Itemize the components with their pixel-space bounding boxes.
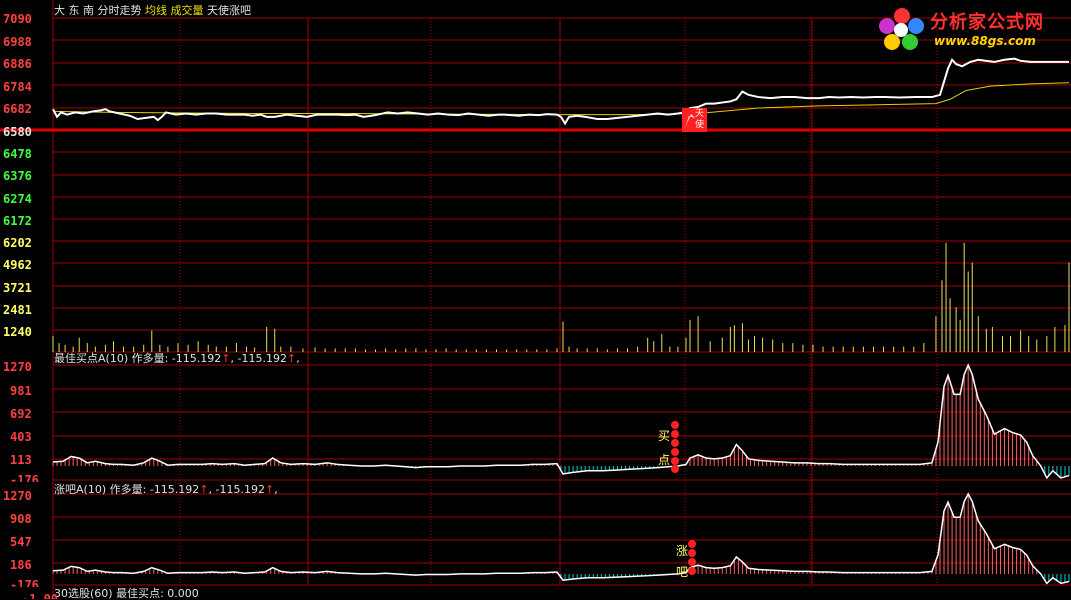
volume-legend[interactable]: 成交量 xyxy=(171,4,204,17)
buy-signal-dot xyxy=(671,448,679,456)
buy-signal-dot xyxy=(671,465,679,473)
avg-line-legend[interactable]: 均线 xyxy=(145,4,167,17)
buy-signal-dot xyxy=(671,457,679,465)
indicator1-value2: -115.192 xyxy=(237,352,287,365)
buy-marker-top: 买 xyxy=(658,429,671,443)
buy-signal-dot xyxy=(671,421,679,429)
indicator2-value1: -115.192 xyxy=(149,483,200,496)
bottom-axis-tick: -1.00 xyxy=(22,592,59,599)
indicator2-value2: -115.192 xyxy=(215,483,265,496)
indicator2-line xyxy=(52,492,1070,585)
price-tick: 6682 xyxy=(3,102,32,116)
indicator1-tick: 692 xyxy=(10,407,32,421)
indicator2-tick: 908 xyxy=(10,512,32,526)
angel-signal-badge[interactable]: 天使 xyxy=(682,108,707,132)
indicator1-value-label: 作多量: xyxy=(131,352,169,365)
rise-marker-bottom: 吧 xyxy=(676,565,689,579)
price-tick: 6784 xyxy=(3,80,32,94)
indicator1-tick: -176 xyxy=(10,473,39,482)
indicator2-tick: -176 xyxy=(10,578,39,587)
indicator2-header[interactable]: 涨吧A(10) 作多量: -115.192↑, -115.192↑, xyxy=(54,483,278,496)
indicator2-title: 涨吧A(10) xyxy=(54,483,107,496)
indicator1-tick: 1270 xyxy=(3,360,32,374)
buy-signal-dot xyxy=(671,430,679,438)
stock-name: 大 东 南 xyxy=(54,4,94,17)
bottom-indicator-header[interactable]: 30选股(60) 最佳买点: 0.000 xyxy=(54,587,199,600)
indicator1-tick: 403 xyxy=(10,430,32,444)
indicator1-title: 最佳买点A(10) xyxy=(54,352,129,365)
volume-tick: 2481 xyxy=(3,303,32,317)
rise-marker-top: 涨 xyxy=(676,544,689,558)
volume-tick: 4962 xyxy=(3,258,32,272)
indicator1-header[interactable]: 最佳买点A(10) 作多量: -115.192↑, -115.192↑, xyxy=(54,352,300,365)
indicator2-tick: 186 xyxy=(10,558,32,572)
chart-header: 大 东 南 分时走势 均线 成交量 天使涨吧 xyxy=(54,4,251,17)
indicator1-tick: 981 xyxy=(10,384,32,398)
buy-signal-dot xyxy=(671,439,679,447)
rise-signal-dot xyxy=(688,558,696,566)
up-arrow-icon: ↑ xyxy=(199,483,209,496)
volume-tick: 3721 xyxy=(3,281,32,295)
buy-marker-bottom: 点 xyxy=(658,453,671,467)
bottom-signal-value: 0.000 xyxy=(167,587,199,600)
up-arrow-icon: ↑ xyxy=(221,352,231,365)
indicator1-tick: 113 xyxy=(10,453,32,467)
price-tick: 6886 xyxy=(3,57,32,71)
logo-url: www.88gs.com xyxy=(934,34,1036,48)
price-base-tick: 6580 xyxy=(3,125,32,139)
rise-signal-dot xyxy=(688,549,696,557)
price-tick: 7090 xyxy=(3,12,32,26)
indicator2-tick: 547 xyxy=(10,535,32,549)
price-tick: 6988 xyxy=(3,35,32,49)
price-tick: 6274 xyxy=(3,192,32,206)
rise-signal-dot xyxy=(688,567,696,575)
flower-logo-icon xyxy=(879,8,924,50)
price-line xyxy=(52,57,1069,126)
indicator2-value-label: 作多量: xyxy=(109,483,147,496)
rise-signal-dot xyxy=(688,540,696,548)
price-tick: 6172 xyxy=(3,214,32,228)
indicator1-line xyxy=(52,363,1070,480)
price-tick: 6376 xyxy=(3,169,32,183)
volume-tick: 6202 xyxy=(3,236,32,250)
volume-tick: 1240 xyxy=(3,325,32,339)
indicator2-tick: 1270 xyxy=(3,489,32,503)
up-arrow-icon: ↑ xyxy=(286,352,297,365)
price-tick: 6478 xyxy=(3,147,32,161)
intraday-chart-canvas[interactable] xyxy=(0,0,1071,599)
site-logo[interactable]: 分析家公式网 www.88gs.com xyxy=(872,2,1068,54)
avg-price-line xyxy=(52,82,1070,116)
bottom-label: 30选股(60) xyxy=(54,587,113,600)
indicator1-value1: -115.192 xyxy=(171,352,222,365)
logo-title: 分析家公式网 xyxy=(930,12,1044,33)
up-arrow-icon: ↑ xyxy=(264,483,275,496)
chart-title: 分时走势 xyxy=(97,4,142,17)
bottom-signal-label: 最佳买点: xyxy=(116,587,164,600)
formula-legend[interactable]: 天使涨吧 xyxy=(207,4,251,17)
angel-signal-text: 天使 xyxy=(695,109,705,130)
